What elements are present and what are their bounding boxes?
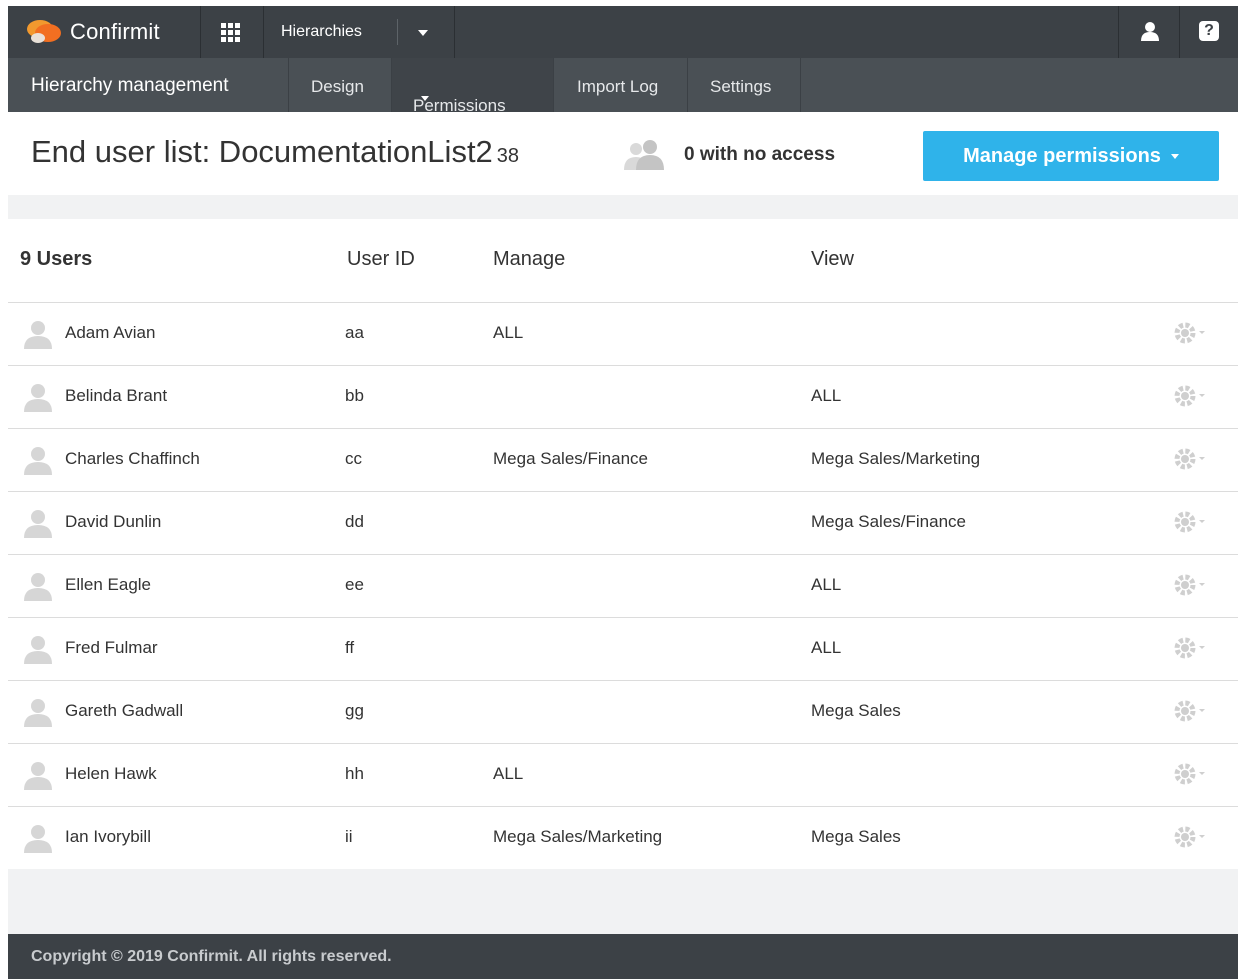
tab-settings-label: Settings [710, 77, 772, 96]
user-id: ii [345, 827, 353, 846]
view-permission: ALL [811, 575, 842, 594]
section-title-label: Hierarchy management [31, 75, 229, 96]
user-avatar-icon [24, 573, 52, 601]
user-menu-button[interactable] [1118, 6, 1179, 58]
tab-settings[interactable]: Settings [688, 58, 801, 112]
user-name[interactable]: Ian Ivorybill [65, 827, 151, 847]
sub-navigation: Hierarchy management Design Permissions … [8, 58, 1238, 115]
divider-band [8, 195, 1238, 219]
page-title-text: End user list: DocumentationList2 [31, 134, 493, 169]
copyright-text: Copyright © 2019 Confirmit. All rights r… [31, 948, 392, 965]
view-permission: Mega Sales [811, 827, 901, 846]
chevron-down-icon [1170, 153, 1179, 159]
user-avatar-icon [24, 825, 52, 853]
help-button[interactable]: ? [1179, 6, 1238, 58]
column-header-view[interactable]: View [811, 248, 854, 271]
footer: Copyright © 2019 Confirmit. All rights r… [8, 934, 1238, 979]
view-permission: Mega Sales/Finance [811, 512, 966, 531]
user-id: aa [345, 323, 364, 342]
tab-design-label: Design [311, 77, 364, 96]
manage-permission: Mega Sales/Marketing [493, 827, 663, 846]
gear-icon[interactable] [1173, 571, 1207, 599]
chevron-down-icon [418, 30, 428, 36]
gear-icon[interactable] [1173, 508, 1207, 536]
table-row[interactable]: Charles Chaffinch cc Mega Sales/Finance … [8, 429, 1238, 492]
table-row[interactable]: Adam Avian aa ALL [8, 303, 1238, 366]
manage-permission: ALL [493, 323, 524, 342]
section-title[interactable]: Hierarchy management [8, 58, 289, 112]
user-name[interactable]: Belinda Brant [65, 386, 167, 406]
top-bar: Confirmit Hierarchies ? [8, 6, 1238, 58]
page-title: End user list: DocumentationList2 38 [31, 134, 519, 170]
user-avatar-icon [24, 321, 52, 349]
user-name[interactable]: Charles Chaffinch [65, 449, 200, 469]
no-access-count: 0 with no access [684, 144, 836, 165]
users-icon [624, 140, 664, 170]
gear-icon[interactable] [1173, 697, 1207, 725]
brand-name: Confirmit [70, 19, 160, 44]
table-row[interactable]: Ellen Eagle ee ALL [8, 555, 1238, 618]
user-avatar-icon [24, 447, 52, 475]
table-header: 9 Users User ID Manage View [8, 219, 1238, 303]
table-row[interactable]: Belinda Brant bb ALL [8, 366, 1238, 429]
view-permission: ALL [811, 638, 842, 657]
user-id: ee [345, 575, 364, 594]
user-name[interactable]: David Dunlin [65, 512, 161, 532]
brand-logo[interactable]: Confirmit [8, 6, 201, 58]
app-selector[interactable]: Hierarchies [264, 6, 455, 58]
user-avatar-icon [24, 699, 52, 727]
table-row[interactable]: Fred Fulmar ff ALL [8, 618, 1238, 681]
user-name[interactable]: Ellen Eagle [65, 575, 151, 595]
user-id: hh [345, 764, 364, 783]
manage-permission: ALL [493, 764, 524, 783]
user-avatar-icon [24, 384, 52, 412]
tab-design[interactable]: Design [289, 58, 392, 112]
app-selector-label: Hierarchies [281, 23, 362, 40]
question-icon: ? [1199, 21, 1219, 41]
chevron-down-icon [421, 96, 429, 101]
manage-permissions-button[interactable]: Manage permissions [923, 131, 1219, 181]
user-id: dd [345, 512, 364, 531]
user-id: bb [345, 386, 364, 405]
table-row[interactable]: David Dunlin dd Mega Sales/Finance [8, 492, 1238, 555]
column-header-manage[interactable]: Manage [493, 248, 565, 271]
user-name[interactable]: Gareth Gadwall [65, 701, 183, 721]
view-permission: Mega Sales [811, 701, 901, 720]
gear-icon[interactable] [1173, 634, 1207, 662]
gear-icon[interactable] [1173, 382, 1207, 410]
tab-import-log-label: Import Log [577, 77, 659, 96]
table-row[interactable]: Ian Ivorybill ii Mega Sales/Marketing Me… [8, 807, 1238, 870]
user-id: cc [345, 449, 362, 468]
user-table-body: Adam Avian aa ALL Belinda Brant bb ALL C… [8, 303, 1238, 870]
grid-icon [221, 23, 240, 42]
user-name[interactable]: Adam Avian [65, 323, 155, 343]
table-row[interactable]: Gareth Gadwall gg Mega Sales [8, 681, 1238, 744]
lower-band [8, 869, 1238, 934]
manage-permissions-label: Manage permissions [963, 144, 1161, 167]
user-name[interactable]: Helen Hawk [65, 764, 157, 784]
user-avatar-icon [24, 636, 52, 664]
tab-permissions[interactable]: Permissions [392, 58, 554, 115]
user-icon [1141, 22, 1159, 41]
column-header-user-id[interactable]: User ID [347, 248, 415, 271]
manage-permission: Mega Sales/Finance [493, 449, 648, 468]
confirmit-logo-icon [27, 20, 61, 43]
gear-icon[interactable] [1173, 319, 1207, 347]
user-id: ff [345, 638, 355, 657]
user-id: gg [345, 701, 364, 720]
divider [397, 19, 398, 45]
user-avatar-icon [24, 762, 52, 790]
tab-import-log[interactable]: Import Log [554, 58, 688, 112]
gear-icon[interactable] [1173, 823, 1207, 851]
view-permission: ALL [811, 386, 842, 405]
table-row[interactable]: Helen Hawk hh ALL [8, 744, 1238, 807]
gear-icon[interactable] [1173, 760, 1207, 788]
user-count: 38 [496, 145, 520, 167]
user-name[interactable]: Fred Fulmar [65, 638, 158, 658]
view-permission: Mega Sales/Marketing [811, 449, 981, 468]
app-launcher-button[interactable] [201, 6, 264, 58]
column-header-users: 9 Users [20, 248, 93, 270]
gear-icon[interactable] [1173, 445, 1207, 473]
user-avatar-icon [24, 510, 52, 538]
